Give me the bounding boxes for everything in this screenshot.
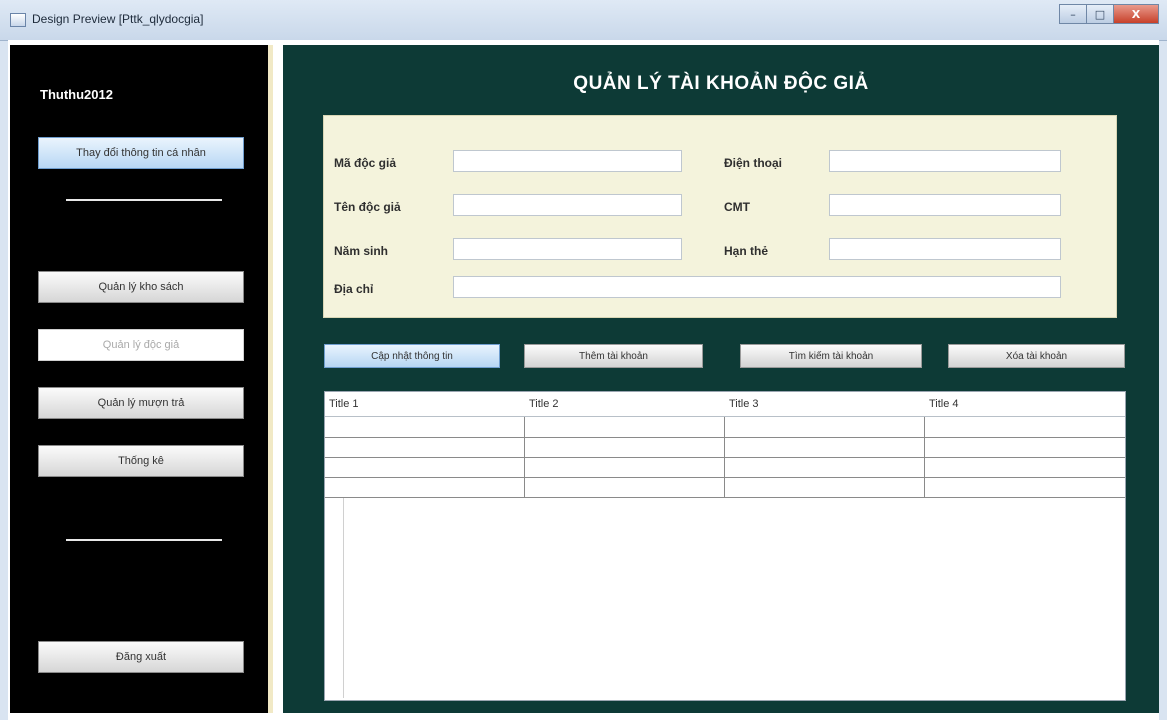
table-cell[interactable] bbox=[325, 477, 525, 497]
statistics-button[interactable]: Thống kê bbox=[38, 445, 244, 477]
table-row[interactable] bbox=[325, 437, 1125, 458]
table-cell[interactable] bbox=[725, 437, 925, 457]
app-icon bbox=[10, 13, 26, 27]
main-panel: QUẢN LÝ TÀI KHOẢN ĐỘC GIẢ Mã độc giả Điệ… bbox=[283, 45, 1159, 713]
reader-id-label: Mã độc giả bbox=[334, 156, 397, 170]
manage-books-button[interactable]: Quản lý kho sách bbox=[38, 271, 244, 303]
table-cell[interactable] bbox=[925, 457, 1125, 477]
table-cell[interactable] bbox=[925, 417, 1125, 437]
add-account-button[interactable]: Thêm tài khoản bbox=[524, 344, 703, 368]
accounts-table[interactable]: Title 1 Title 2 Title 3 Title 4 bbox=[324, 391, 1126, 701]
table-cell[interactable] bbox=[925, 437, 1125, 457]
sidebar-divider bbox=[66, 199, 222, 201]
table-cell[interactable] bbox=[725, 457, 925, 477]
page-title: QUẢN LÝ TÀI KHOẢN ĐỘC GIẢ bbox=[573, 73, 869, 94]
sidebar: Thuthu2012 Thay đổi thông tin cá nhân Qu… bbox=[10, 45, 273, 713]
table-cell[interactable] bbox=[725, 417, 925, 437]
change-info-button[interactable]: Thay đổi thông tin cá nhân bbox=[38, 137, 244, 169]
reader-id-input[interactable] bbox=[453, 150, 682, 172]
reader-name-label: Tên độc giả bbox=[334, 200, 401, 214]
reader-name-input[interactable] bbox=[453, 194, 682, 216]
table-cell[interactable] bbox=[525, 457, 725, 477]
address-label: Địa chỉ bbox=[334, 282, 374, 296]
reader-form: Mã độc giả Điện thoại Tên độc giả CMT Nă… bbox=[323, 115, 1117, 318]
id-card-input[interactable] bbox=[829, 194, 1061, 216]
birth-year-input[interactable] bbox=[453, 238, 682, 260]
username-label: Thuthu2012 bbox=[40, 87, 113, 102]
table-header: Title 1 Title 2 Title 3 Title 4 bbox=[325, 392, 1125, 417]
table-cell[interactable] bbox=[525, 417, 725, 437]
delete-account-button[interactable]: Xóa tài khoản bbox=[948, 344, 1125, 368]
table-cell[interactable] bbox=[725, 477, 925, 497]
manage-loans-button[interactable]: Quản lý mượn trả bbox=[38, 387, 244, 419]
column-header[interactable]: Title 2 bbox=[525, 392, 725, 416]
birth-year-label: Năm sinh bbox=[334, 244, 389, 258]
table-grid-line bbox=[343, 498, 344, 698]
window-controls: – □ X bbox=[1059, 4, 1159, 24]
table-cell[interactable] bbox=[325, 457, 525, 477]
column-header[interactable]: Title 4 bbox=[925, 392, 1125, 416]
sidebar-divider bbox=[66, 539, 222, 541]
update-info-button[interactable]: Cập nhật thông tin bbox=[324, 344, 500, 368]
search-account-button[interactable]: Tìm kiếm tài khoản bbox=[740, 344, 922, 368]
address-input[interactable] bbox=[453, 276, 1061, 298]
table-row[interactable] bbox=[325, 417, 1125, 438]
maximize-button[interactable]: □ bbox=[1086, 4, 1114, 24]
logout-button[interactable]: Đăng xuất bbox=[38, 641, 244, 673]
table-cell[interactable] bbox=[925, 477, 1125, 497]
table-cell[interactable] bbox=[325, 417, 525, 437]
title-bar: Design Preview [Pttk_qlydocgia] – □ X bbox=[0, 0, 1167, 41]
table-cell[interactable] bbox=[525, 477, 725, 497]
card-expiry-input[interactable] bbox=[829, 238, 1061, 260]
table-cell[interactable] bbox=[325, 437, 525, 457]
phone-input[interactable] bbox=[829, 150, 1061, 172]
table-row[interactable] bbox=[325, 457, 1125, 478]
column-header[interactable]: Title 1 bbox=[325, 392, 525, 416]
close-button[interactable]: X bbox=[1113, 4, 1159, 24]
card-expiry-label: Hạn thẻ bbox=[724, 244, 769, 258]
phone-label: Điện thoại bbox=[724, 156, 783, 170]
manage-readers-button[interactable]: Quản lý độc giả bbox=[38, 329, 244, 361]
minimize-button[interactable]: – bbox=[1059, 4, 1087, 24]
id-card-label: CMT bbox=[724, 200, 750, 214]
column-header[interactable]: Title 3 bbox=[725, 392, 925, 416]
table-row[interactable] bbox=[325, 477, 1125, 498]
window-title: Design Preview [Pttk_qlydocgia] bbox=[32, 12, 204, 26]
table-cell[interactable] bbox=[525, 437, 725, 457]
